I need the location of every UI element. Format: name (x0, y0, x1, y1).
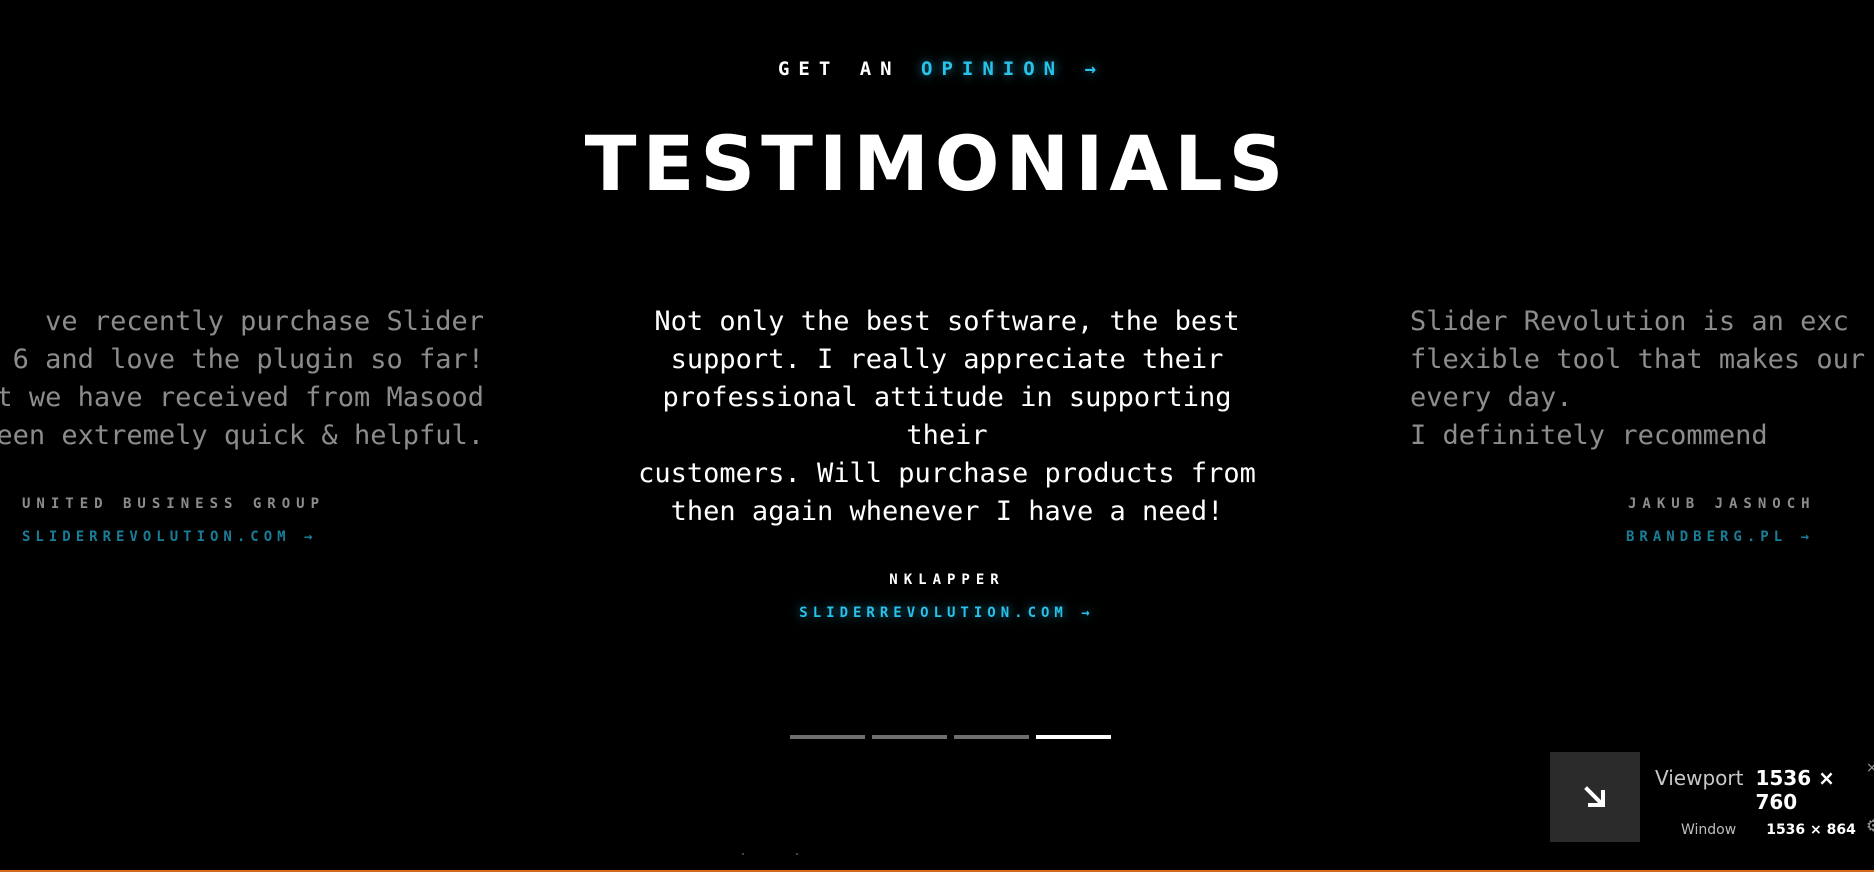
testimonial-quote: Slider Revolution is an exc flexible too… (1410, 306, 1866, 451)
viewport-label: Viewport (1655, 766, 1744, 790)
viewport-resize-button[interactable] (1550, 752, 1640, 842)
viewport-value: 1536 × 760 (1755, 766, 1835, 814)
testimonial-card-left: ve recently purchase Slider n 6 and love… (0, 303, 484, 545)
testimonial-card-right: Slider Revolution is an exc flexible too… (1388, 303, 1874, 545)
kicker-prefix: GET AN (777, 58, 901, 80)
pagination-bullet-2[interactable] (872, 735, 947, 739)
decorative-specks (742, 853, 802, 856)
window-value: 1536 × 864 (1766, 822, 1856, 838)
section-kicker[interactable]: GET AN OPINION → (0, 58, 1874, 80)
testimonial-quote: Not only the best software, the best sup… (638, 306, 1256, 527)
testimonial-card-active: Not only the best software, the best sup… (617, 303, 1277, 621)
testimonial-quote: ve recently purchase Slider n 6 and love… (0, 306, 484, 451)
arrow-down-right-icon (1584, 786, 1605, 807)
arrow-right-icon: → (1084, 58, 1097, 80)
close-icon[interactable]: × (1866, 760, 1874, 776)
testimonial-author: NKLAPPER (889, 572, 1005, 588)
testimonial-link[interactable]: SLIDERREVOLUTION.COM → (0, 529, 484, 545)
carousel-pagination (790, 735, 1111, 739)
gear-icon[interactable]: ⚙ (1866, 816, 1874, 835)
pagination-bullet-4[interactable] (1036, 735, 1111, 739)
pagination-bullet-3[interactable] (954, 735, 1029, 739)
testimonial-link[interactable]: SLIDERREVOLUTION.COM → (617, 605, 1277, 621)
kicker-accent: OPINION (921, 58, 1065, 80)
window-label: Window (1681, 822, 1737, 838)
testimonial-author: UNITED BUSINESS GROUP (22, 496, 326, 512)
testimonial-author: JAKUB JASNOCH (1628, 496, 1816, 512)
page-title: TESTIMONIALS (584, 119, 1290, 208)
testimonial-link[interactable]: BRANDBERG.PL → (1388, 529, 1874, 545)
viewport-size-readout: Viewport 1536 × 760 Window 1536 × 864 (1655, 766, 1874, 838)
pagination-bullet-1[interactable] (790, 735, 865, 739)
